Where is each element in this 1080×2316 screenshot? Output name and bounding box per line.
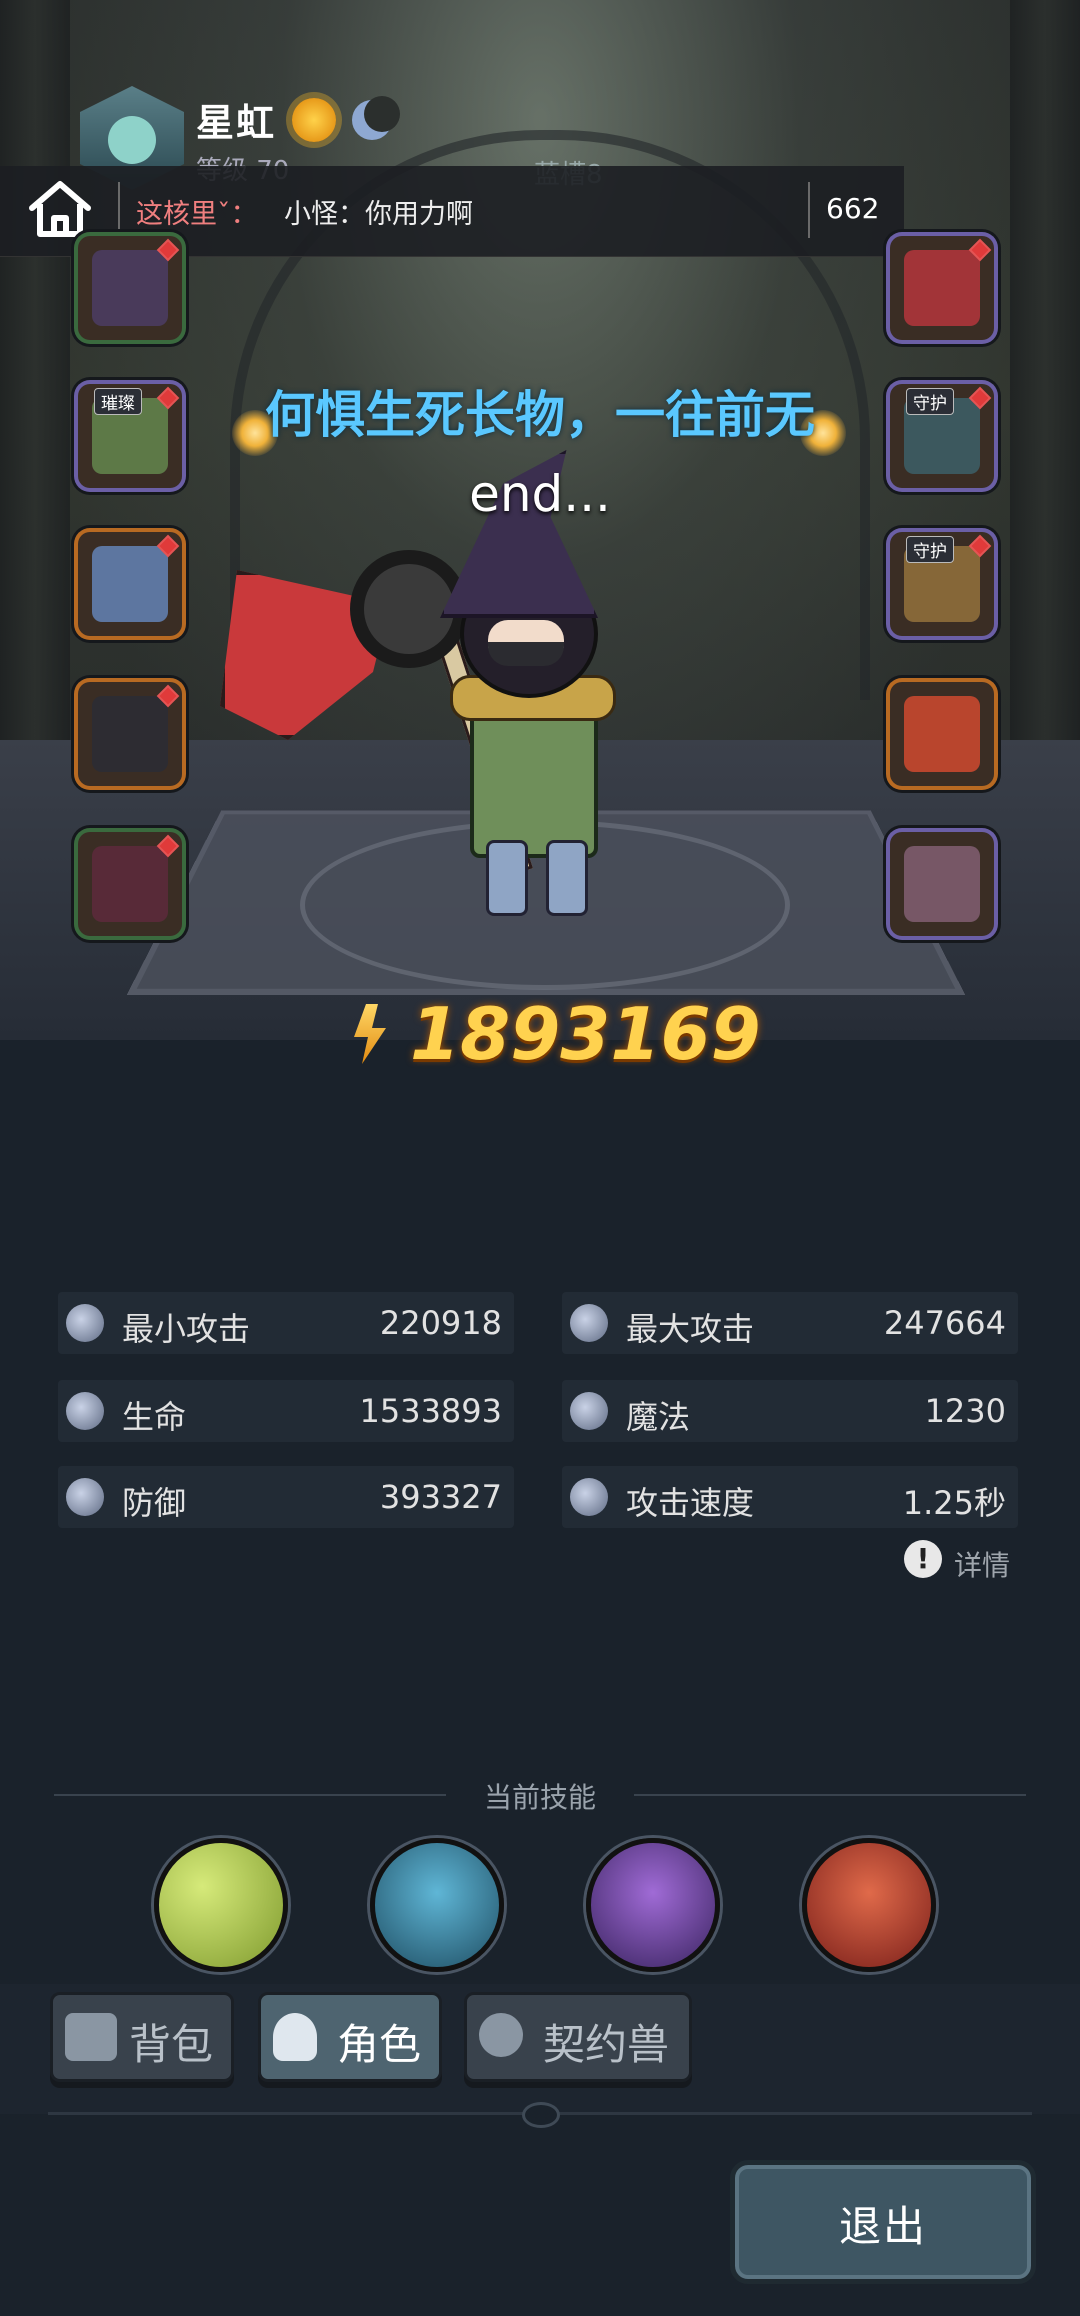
equip-slot-pouch[interactable] xyxy=(890,832,994,936)
stat-value: 247664 xyxy=(883,1304,1006,1342)
paw-icon xyxy=(479,2013,523,2057)
equip-slot-gloves[interactable] xyxy=(78,682,182,786)
equip-slot-cloak[interactable] xyxy=(78,832,182,936)
equip-slot-weapon[interactable] xyxy=(890,236,994,340)
equip-slot-necklace[interactable]: 守护 xyxy=(890,532,994,636)
avatar-emblem-icon xyxy=(108,116,156,164)
tab-bag[interactable]: 背包 xyxy=(50,1992,234,2082)
tab-label: 背包 xyxy=(129,2020,214,2069)
stat-mp: 魔法 1230 xyxy=(562,1380,1018,1442)
charm-icon xyxy=(904,696,980,772)
chat-message: 小怪：你用力啊 xyxy=(284,199,473,230)
info-icon[interactable]: ! xyxy=(904,1540,942,1578)
stat-label: 防御 xyxy=(122,1484,187,1522)
moon-badge-icon xyxy=(352,96,400,140)
stat-value: 1.25秒 xyxy=(902,1484,1006,1522)
stat-label: 生命 xyxy=(122,1398,187,1436)
purple-blade-skill-icon[interactable] xyxy=(586,1838,720,1972)
pouch-icon xyxy=(904,846,980,922)
stat-label: 魔法 xyxy=(626,1398,691,1436)
chat-count: 662 xyxy=(826,192,880,225)
heart-icon xyxy=(66,1392,104,1430)
player-motto-sub: end... xyxy=(469,465,611,523)
water-shield-skill-icon[interactable] xyxy=(370,1838,504,1972)
stat-value: 1230 xyxy=(924,1392,1006,1430)
tab-pet[interactable]: 契约兽 xyxy=(464,1992,692,2082)
magic-icon xyxy=(570,1392,608,1430)
combat-power-value: 1893169 xyxy=(410,992,761,1076)
axe-weapon-icon xyxy=(904,250,980,326)
bag-icon xyxy=(65,2013,117,2061)
stat-value: 393327 xyxy=(379,1478,502,1516)
ornament-icon xyxy=(522,2102,560,2128)
chat-sender: 这核里ˇ： xyxy=(136,199,258,230)
skills-title: 当前技能 xyxy=(483,1781,596,1814)
character-icon xyxy=(273,2013,317,2061)
tab-label: 角色 xyxy=(337,2020,422,2069)
stat-max-attack: 最大攻击 247664 xyxy=(562,1292,1018,1354)
equip-slot-charm[interactable] xyxy=(890,682,994,786)
gloves-icon xyxy=(92,696,168,772)
stat-label: 最小攻击 xyxy=(122,1310,251,1348)
home-button[interactable] xyxy=(24,174,96,246)
crossed-axes-skill-icon[interactable] xyxy=(802,1838,936,1972)
equip-slot-boots[interactable] xyxy=(78,532,182,636)
stat-defense: 防御 393327 xyxy=(58,1466,514,1528)
stat-attack-speed: 攻击速度 1.25秒 xyxy=(562,1466,1018,1528)
stat-min-attack: 最小攻击 220918 xyxy=(58,1292,514,1354)
helmet-icon xyxy=(92,250,168,326)
stat-label: 最大攻击 xyxy=(626,1310,755,1348)
home-icon xyxy=(29,181,91,237)
poison-bubbles-skill-icon[interactable] xyxy=(154,1838,288,1972)
equip-slot-helmet[interactable] xyxy=(78,236,182,340)
tab-label: 契约兽 xyxy=(543,2020,670,2069)
sword-icon xyxy=(570,1304,608,1342)
player-motto: 何惧生死长物，一往前无 xyxy=(265,386,815,444)
sun-badge-icon xyxy=(292,98,336,142)
player-name: 星虹 xyxy=(196,101,277,145)
cloak-icon xyxy=(92,846,168,922)
chat-separator xyxy=(808,182,810,238)
sword-icon xyxy=(66,1304,104,1342)
stat-label: 攻击速度 xyxy=(626,1484,755,1522)
chat-separator xyxy=(118,182,120,238)
exit-label: 退出 xyxy=(838,2202,927,2251)
slot-tag: 守护 xyxy=(906,536,954,563)
boots-icon xyxy=(92,546,168,622)
shield-icon xyxy=(66,1478,104,1516)
stat-hp: 生命 1533893 xyxy=(58,1380,514,1442)
exit-button[interactable]: 退出 xyxy=(730,2160,1036,2284)
stat-value: 220918 xyxy=(379,1304,502,1342)
tab-character[interactable]: 角色 xyxy=(258,1992,442,2082)
stat-value: 1533893 xyxy=(359,1392,502,1430)
speed-icon xyxy=(570,1478,608,1516)
details-link[interactable]: 详情 xyxy=(954,1544,1010,1584)
